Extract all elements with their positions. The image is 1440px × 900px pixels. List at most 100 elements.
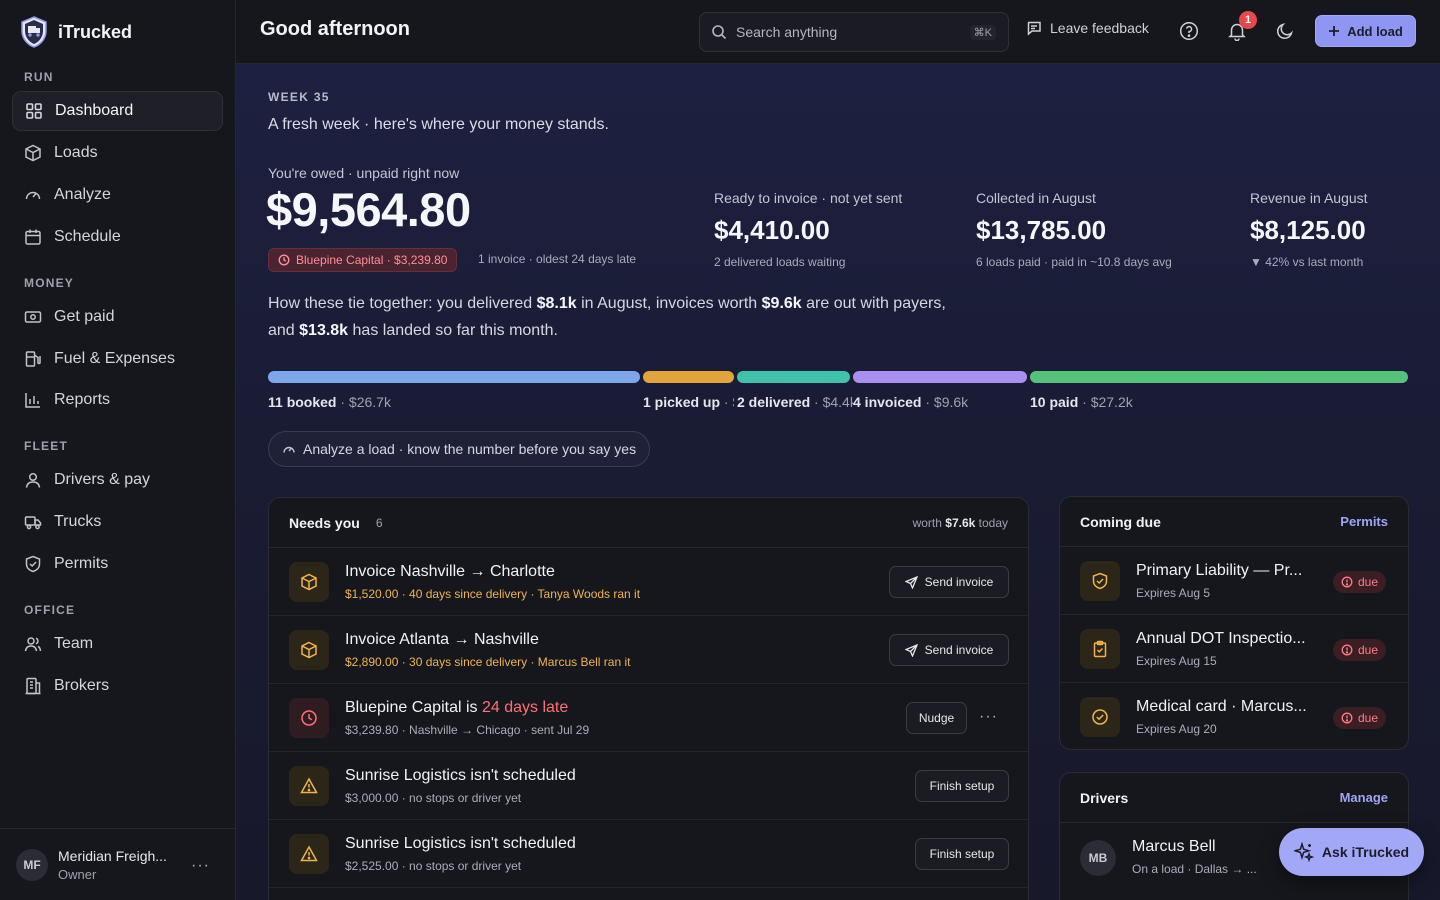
sidebar: iTrucked RUN Dashboard Loads Analyze Sch… <box>0 0 236 900</box>
send-icon <box>904 575 918 589</box>
list-item[interactable]: Annual DOT Inspectio... Expires Aug 15 d… <box>1060 615 1408 683</box>
pipeline-segment-booked[interactable] <box>268 371 640 383</box>
status-badge: due <box>1332 639 1386 661</box>
finish-setup-button[interactable]: Finish setup <box>915 770 1009 802</box>
ask-label: Ask iTrucked <box>1321 844 1410 860</box>
stat-revenue: Revenue in August $8,125.00 ▼ 42% vs las… <box>1250 190 1368 269</box>
stat-value: $8,125.00 <box>1250 215 1366 245</box>
dashboard-main: WEEK 35 A fresh week · here's where your… <box>236 64 1440 900</box>
owed-label: You're owed · unpaid right now <box>268 165 460 181</box>
sidebar-item-label: Reports <box>54 391 111 408</box>
sidebar-item-team[interactable]: Team <box>12 624 223 664</box>
sidebar-item-label: Drivers & pay <box>54 471 151 488</box>
task-sub: $3,239.80 · Nashville → Chicago · sent J… <box>345 723 590 737</box>
gauge-icon <box>24 186 42 204</box>
nudge-button[interactable]: Nudge <box>906 702 967 734</box>
feedback-label: Leave feedback <box>1050 20 1149 36</box>
money-explainer: How these tie together: you delivered $8… <box>268 290 958 344</box>
status-badge: due <box>1332 571 1386 593</box>
task-title: Invoice Nashville → Charlotte <box>345 563 555 580</box>
leave-feedback-button[interactable]: Leave feedback <box>1026 20 1149 36</box>
worth-value: $7.6k <box>945 516 976 530</box>
days-late: 24 days late <box>481 699 569 716</box>
search-box[interactable]: ⌘K <box>699 12 1009 52</box>
sidebar-item-analyze[interactable]: Analyze <box>12 175 223 215</box>
status-label: due <box>1357 643 1378 657</box>
sidebar-item-dashboard[interactable]: Dashboard <box>12 91 223 131</box>
sidebar-item-brokers[interactable]: Brokers <box>12 666 223 706</box>
status-label: due <box>1357 711 1378 725</box>
chart-icon <box>24 391 42 409</box>
late-note: 1 invoice · oldest 24 days late <box>478 252 637 266</box>
ask-itrucked-button[interactable]: Ask iTrucked <box>1279 828 1424 876</box>
pipeline-label-delivered: 2 delivered · $4.4k <box>737 394 853 410</box>
send-invoice-button[interactable]: Send invoice <box>889 566 1009 598</box>
stat-label: Collected in August <box>976 190 1096 206</box>
stat-value: $4,410.00 <box>714 215 830 245</box>
sidebar-item-schedule[interactable]: Schedule <box>12 217 223 257</box>
sidebar-item-drivers-pay[interactable]: Drivers & pay <box>12 460 223 500</box>
task-title: Bluepine Capital is 24 days late <box>345 699 568 717</box>
sidebar-item-loads[interactable]: Loads <box>12 133 223 173</box>
fuel-icon <box>24 350 42 368</box>
sidebar-item-trucks[interactable]: Trucks <box>12 502 223 542</box>
task-title: Invoice Atlanta → Nashville <box>345 631 539 648</box>
shield-icon <box>24 555 42 573</box>
permits-link[interactable]: Permits <box>1340 514 1388 529</box>
stat-value: $13,785.00 <box>976 215 1107 245</box>
brand[interactable]: iTrucked <box>20 14 132 50</box>
due-title: Medical card · Marcus... <box>1136 698 1307 715</box>
pipeline-segment-delivered[interactable] <box>737 371 850 383</box>
late-invoice-chip[interactable]: Bluepine Capital · $3,239.80 <box>268 248 458 272</box>
account-role: Owner <box>58 866 97 882</box>
sidebar-item-permits[interactable]: Permits <box>12 544 223 584</box>
pipeline-count: 11 booked <box>268 394 337 410</box>
shield-icon <box>1080 561 1120 601</box>
explainer-text: has landed so far this month. <box>348 322 558 339</box>
box-icon <box>289 562 329 602</box>
due-title: Annual DOT Inspectio... <box>1136 630 1306 647</box>
more-icon[interactable]: ··· <box>191 857 210 875</box>
clock-icon <box>289 698 329 738</box>
list-item[interactable]: Medical card · Marcus... Expires Aug 20 … <box>1060 683 1408 749</box>
explainer-figure: $8.1k <box>536 295 577 312</box>
explainer-text: in August, invoices worth <box>576 295 762 312</box>
add-load-button[interactable]: Add load <box>1315 15 1416 47</box>
pipeline-label-booked: 11 booked · $26.7k <box>268 394 638 410</box>
list-item[interactable]: Sunrise Logistics isn't scheduled $2,525… <box>269 820 1028 888</box>
analyze-load-button[interactable]: Analyze a load · know the number before … <box>268 431 651 467</box>
pipeline-segment-invoiced[interactable] <box>853 371 1027 383</box>
sidebar-item-reports[interactable]: Reports <box>12 380 223 420</box>
more-icon[interactable]: ··· <box>979 708 998 726</box>
manage-drivers-link[interactable]: Manage <box>1340 790 1388 805</box>
top-bar: Good afternoon ⌘K Leave feedback 1 Add l… <box>236 0 1440 64</box>
pipeline-count: 4 invoiced <box>853 394 922 410</box>
nav-section-money: MONEY <box>24 276 75 290</box>
worth-today: worth $7.6k today <box>913 516 1008 530</box>
truck-icon <box>24 513 42 531</box>
sidebar-item-fuel-expenses[interactable]: Fuel & Expenses <box>12 339 223 379</box>
explainer-text: How these tie together: you delivered <box>268 295 537 312</box>
stat-collected: Collected in August $13,785.00 6 loads p… <box>976 190 1172 269</box>
users-icon <box>24 635 42 653</box>
account-name: Meridian Freigh... <box>58 847 167 864</box>
finish-setup-button[interactable]: Finish setup <box>915 838 1009 870</box>
send-invoice-button[interactable]: Send invoice <box>889 634 1009 666</box>
moon-icon[interactable] <box>1275 21 1295 41</box>
list-item[interactable]: Bluepine Capital is 24 days late $3,239.… <box>269 684 1028 752</box>
help-icon[interactable] <box>1179 21 1199 41</box>
search-input[interactable] <box>736 24 956 40</box>
card-title: Coming due <box>1080 513 1161 530</box>
list-item[interactable]: Sunrise Logistics isn't scheduled $3,000… <box>269 752 1028 820</box>
needs-you-card: Needs you 6 worth $7.6k today Invoice Na… <box>268 497 1029 900</box>
stat-sub: 2 delivered loads waiting <box>714 255 846 269</box>
pipeline-segment-picked-up[interactable] <box>643 371 734 383</box>
analyze-label: Analyze a load · know the number before … <box>303 441 637 457</box>
search-icon <box>711 24 727 40</box>
account-switcher[interactable]: MF Meridian Freigh... Owner ··· <box>0 828 236 900</box>
list-item[interactable]: Invoice Atlanta → Nashville $2,890.00 · … <box>269 616 1028 684</box>
list-item[interactable]: Invoice Nashville → Charlotte $1,520.00 … <box>269 548 1028 616</box>
pipeline-segment-paid[interactable] <box>1030 371 1408 383</box>
sidebar-item-get-paid[interactable]: Get paid <box>12 297 223 337</box>
list-item[interactable]: Primary Liability — Pr... Expires Aug 5 … <box>1060 547 1408 615</box>
